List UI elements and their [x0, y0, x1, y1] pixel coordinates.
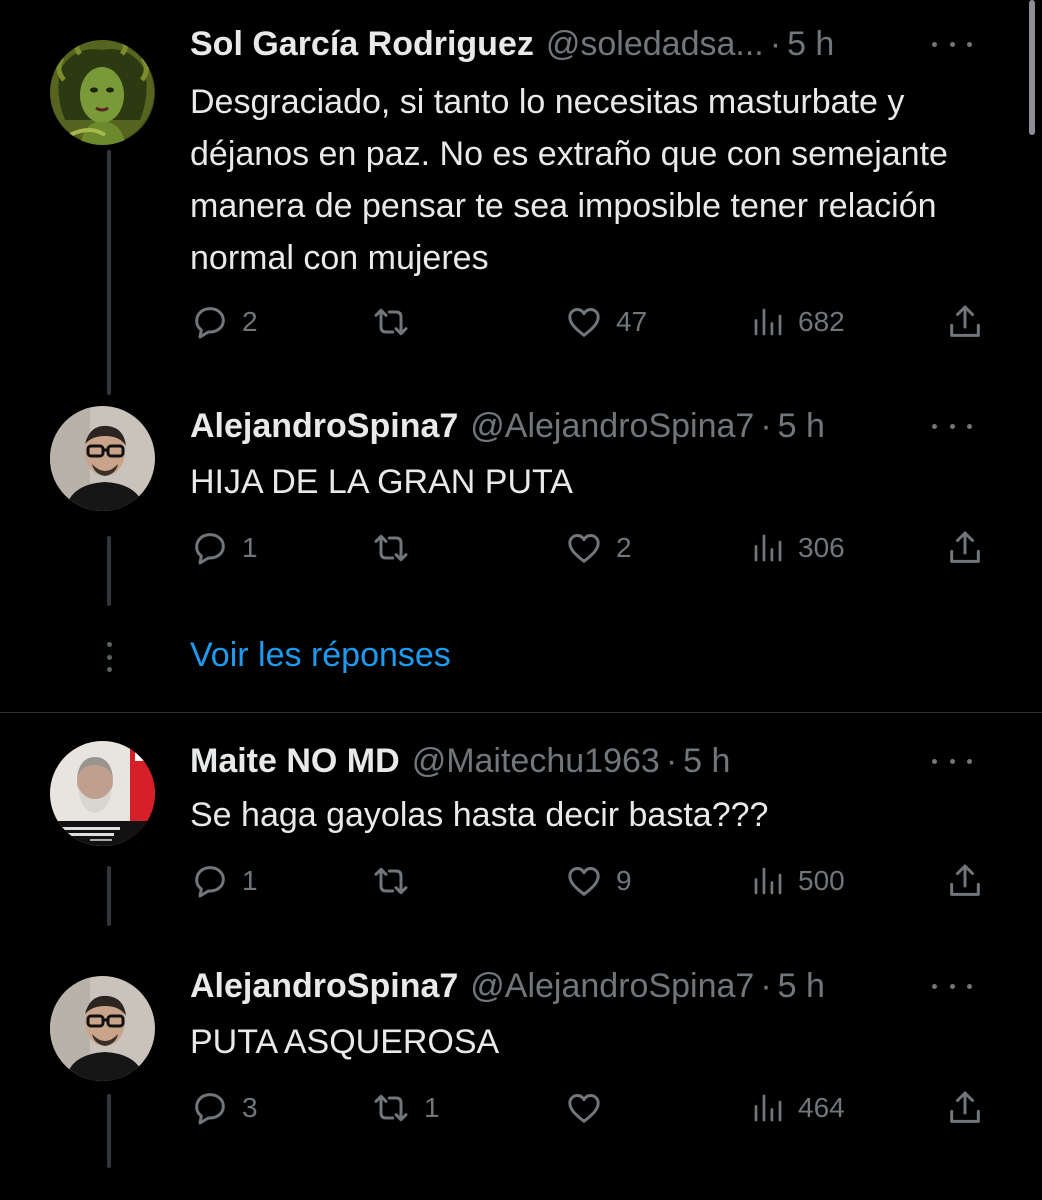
- retweet-icon: [374, 1094, 408, 1122]
- tweet-header: AlejandroSpina7 @AlejandroSpina7 · 5 h: [190, 404, 986, 448]
- separator: ·: [760, 406, 772, 445]
- reply-icon: [195, 866, 225, 898]
- views-count: 682: [798, 306, 845, 337]
- user-handle[interactable]: @AlejandroSpina7: [470, 407, 754, 446]
- man-with-glasses-avatar: [50, 406, 155, 511]
- retweet-icon: [374, 867, 408, 895]
- retweet-icon: [374, 534, 408, 562]
- retweet-count: 1: [424, 1092, 440, 1123]
- show-replies-link[interactable]: Voir les réponses: [190, 636, 451, 675]
- tweet[interactable]: AlejandroSpina7 @AlejandroSpina7 · 5 h P…: [0, 943, 1042, 1200]
- share-icon: [950, 531, 980, 563]
- avatar[interactable]: [50, 40, 155, 145]
- share-icon: [950, 864, 980, 896]
- share-button[interactable]: [945, 1088, 985, 1128]
- views-icon: [754, 867, 782, 895]
- avatar[interactable]: [50, 406, 155, 511]
- reply-count: 3: [242, 1092, 258, 1123]
- retweet-button[interactable]: 1: [370, 1088, 440, 1128]
- tweet[interactable]: AlejandroSpina7 @AlejandroSpina7 · 5 h H…: [0, 390, 1042, 610]
- tweet[interactable]: Sol García Rodriguez @soledadsa... · 5 h…: [0, 0, 1042, 390]
- display-name[interactable]: AlejandroSpina7: [190, 407, 458, 446]
- tweet[interactable]: Maite NO MD @Maitechu1963 · 5 h Se haga …: [0, 713, 1042, 943]
- separator: ·: [760, 966, 772, 1005]
- share-icon: [950, 1091, 980, 1123]
- heart-icon: [568, 308, 600, 337]
- more-options-icon[interactable]: [932, 34, 972, 54]
- share-button[interactable]: [945, 861, 985, 901]
- avatar[interactable]: [50, 976, 155, 1081]
- like-count: 9: [616, 865, 632, 896]
- display-name[interactable]: Sol García Rodriguez: [190, 25, 534, 64]
- retweet-button[interactable]: [370, 302, 424, 342]
- share-icon: [950, 305, 980, 337]
- timestamp[interactable]: 5 h: [778, 407, 825, 446]
- retweet-button[interactable]: [370, 861, 424, 901]
- views-icon: [754, 534, 782, 562]
- views-button[interactable]: 682: [750, 302, 845, 342]
- reply-button[interactable]: 1: [190, 861, 258, 901]
- user-handle[interactable]: @Maitechu1963: [412, 742, 660, 781]
- heart-icon: [568, 867, 600, 896]
- like-button[interactable]: 9: [564, 861, 632, 901]
- like-button[interactable]: 47: [564, 302, 647, 342]
- separator: ·: [769, 24, 782, 63]
- avatar[interactable]: [50, 741, 155, 846]
- tweet-header: AlejandroSpina7 @AlejandroSpina7 · 5 h: [190, 964, 986, 1008]
- share-button[interactable]: [945, 528, 985, 568]
- timestamp[interactable]: 5 h: [778, 967, 825, 1006]
- reply-icon: [195, 307, 225, 339]
- heart-icon: [568, 534, 600, 563]
- reply-count: 2: [242, 306, 258, 337]
- like-button[interactable]: [564, 1088, 616, 1128]
- views-icon: [754, 308, 782, 336]
- man-with-glasses-avatar: [50, 976, 155, 1081]
- views-count: 306: [798, 532, 845, 563]
- thread-gap-dots: [106, 642, 112, 672]
- share-button[interactable]: [945, 302, 985, 342]
- heart-icon: [568, 1094, 600, 1123]
- timestamp[interactable]: 5 h: [683, 742, 730, 781]
- user-handle[interactable]: @soledadsa...: [546, 25, 764, 64]
- tweet-actions: 3 1 464: [190, 1088, 990, 1128]
- tweet-header: Sol García Rodriguez @soledadsa... · 5 h: [190, 22, 986, 66]
- tweet-text: Desgraciado, si tanto lo necesitas mastu…: [190, 83, 948, 277]
- more-options-icon[interactable]: [932, 751, 972, 771]
- tweet-actions: 1 2 306: [190, 528, 990, 568]
- display-name[interactable]: AlejandroSpina7: [190, 967, 458, 1006]
- views-button[interactable]: 306: [750, 528, 845, 568]
- retweet-button[interactable]: [370, 528, 424, 568]
- views-button[interactable]: 500: [750, 861, 845, 901]
- like-button[interactable]: 2: [564, 528, 632, 568]
- bearded-man-red-background-avatar: [50, 741, 155, 846]
- views-count: 464: [798, 1092, 845, 1123]
- reply-count: 1: [242, 532, 258, 563]
- display-name[interactable]: Maite NO MD: [190, 742, 400, 781]
- timestamp[interactable]: 5 h: [787, 25, 834, 64]
- reply-count: 1: [242, 865, 258, 896]
- more-options-icon[interactable]: [932, 976, 972, 996]
- tweet-text: PUTA ASQUEROSA: [190, 1023, 500, 1061]
- separator: ·: [665, 741, 678, 780]
- views-button[interactable]: 464: [750, 1088, 845, 1128]
- retweet-icon: [374, 308, 408, 336]
- user-handle[interactable]: @AlejandroSpina7: [470, 967, 754, 1006]
- reply-icon: [195, 1093, 225, 1125]
- views-count: 500: [798, 865, 845, 896]
- reply-button[interactable]: 1: [190, 528, 258, 568]
- views-icon: [754, 1094, 782, 1122]
- reply-button[interactable]: 3: [190, 1088, 258, 1128]
- tweet-actions: 1 9 500: [190, 861, 990, 901]
- reply-icon: [195, 533, 225, 565]
- tweet-header: Maite NO MD @Maitechu1963 · 5 h: [190, 739, 986, 783]
- reply-button[interactable]: 2: [190, 302, 258, 342]
- medusa-illustration-avatar: [50, 40, 155, 145]
- tweet-actions: 2 47 682: [190, 302, 990, 342]
- more-options-icon[interactable]: [932, 416, 972, 436]
- tweet-text: Se haga gayolas hasta decir basta???: [190, 796, 769, 834]
- like-count: 47: [616, 306, 648, 337]
- tweet-text: HIJA DE LA GRAN PUTA: [190, 463, 573, 501]
- like-count: 2: [616, 532, 632, 563]
